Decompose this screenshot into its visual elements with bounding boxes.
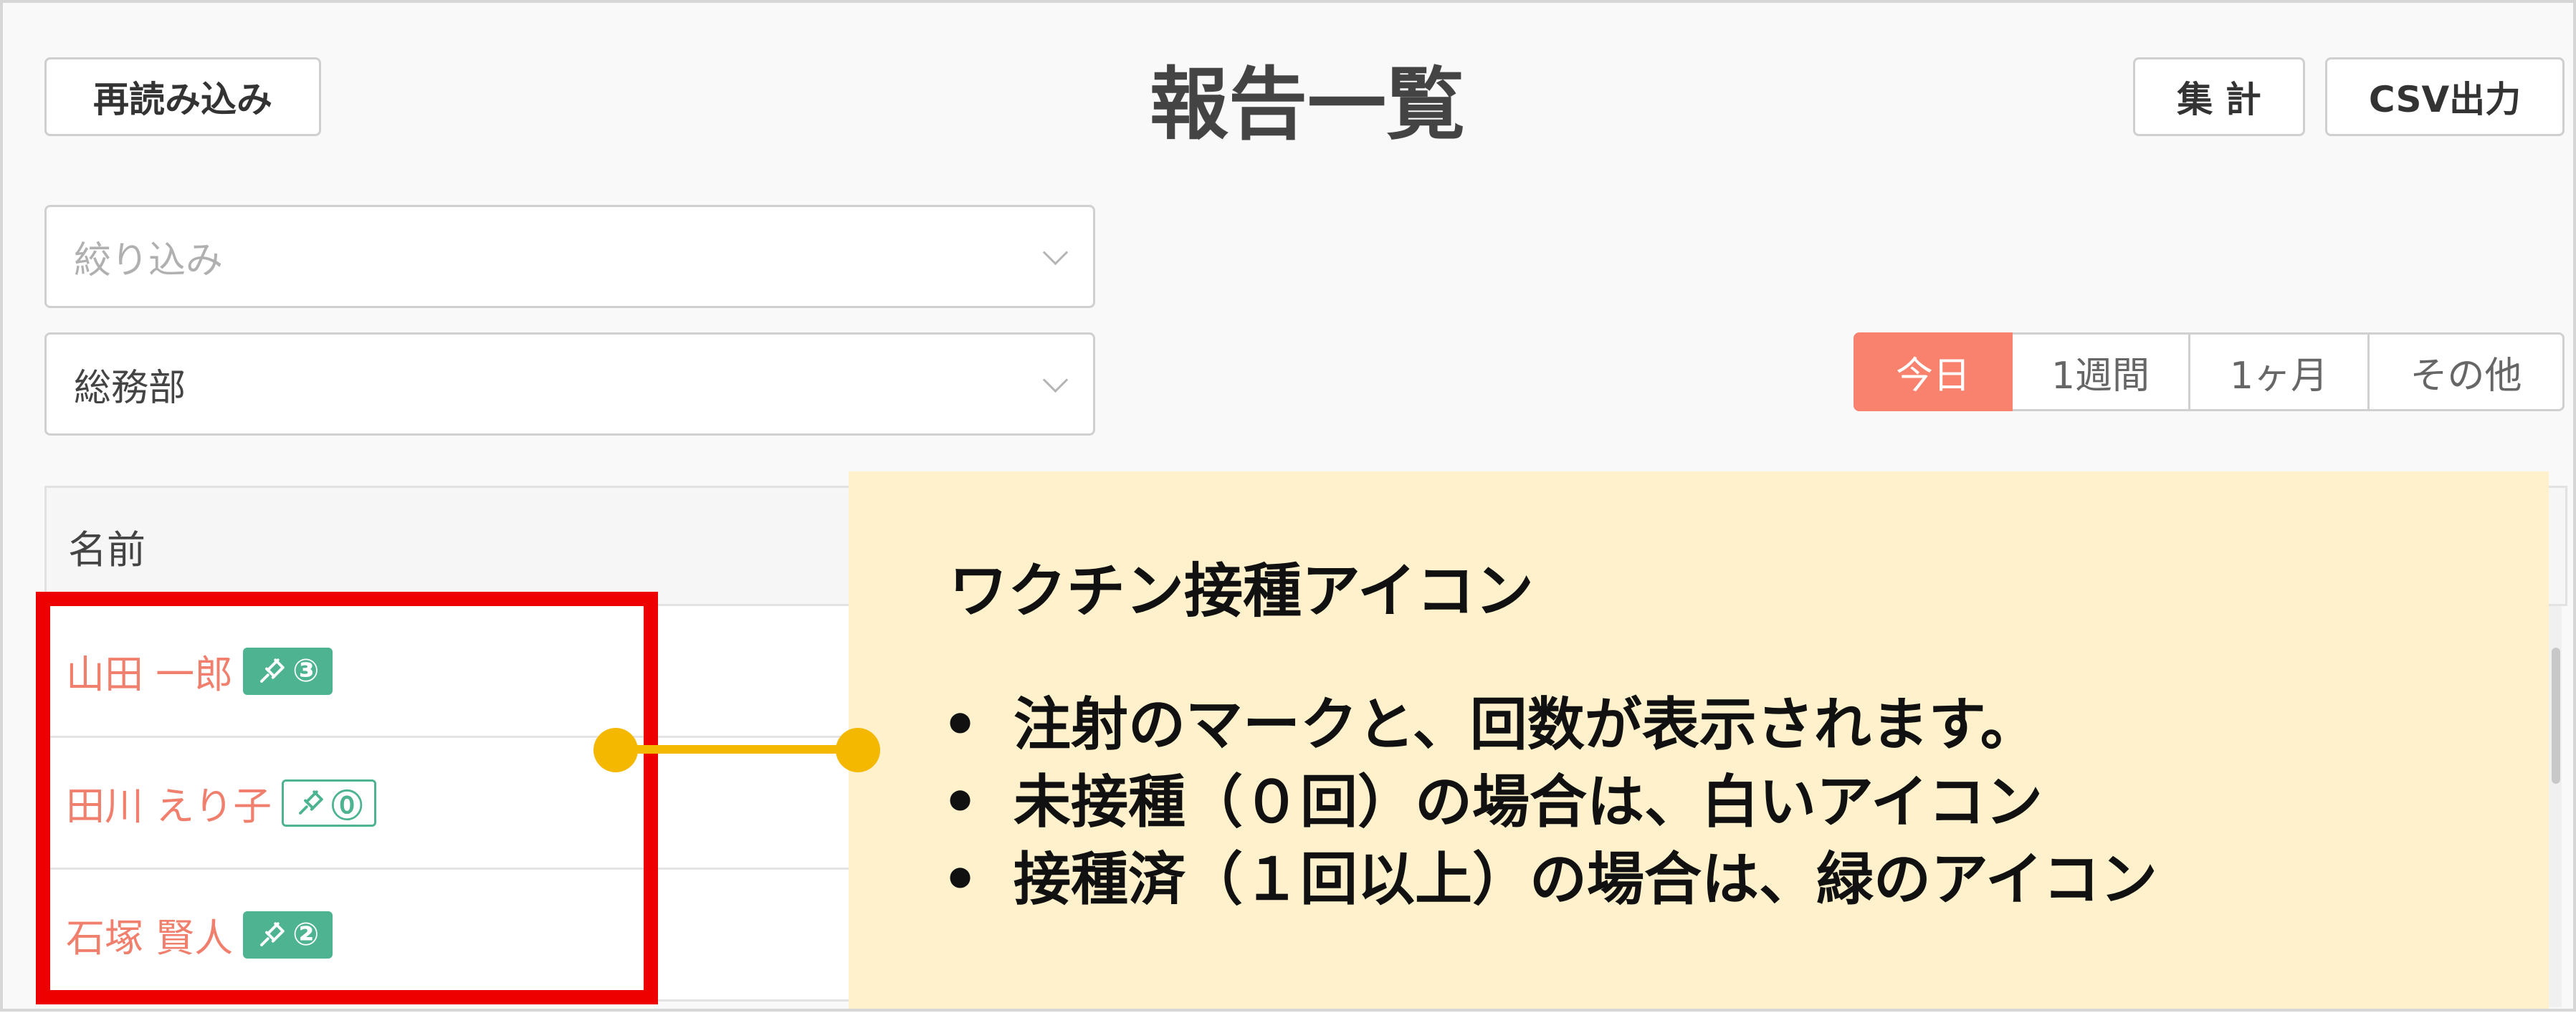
department-select[interactable]: 総務部 (44, 332, 1095, 436)
chevron-down-icon (1042, 239, 1069, 266)
department-value: 総務部 (74, 366, 186, 410)
refine-placeholder: 絞り込み (74, 239, 224, 282)
reload-button[interactable]: 再読み込み (44, 57, 321, 136)
tab-today[interactable]: 今日 (1854, 332, 2013, 411)
tab-month[interactable]: 1ヶ月 (2190, 332, 2370, 411)
tab-week[interactable]: 1週間 (2013, 332, 2190, 411)
page-title: 報告一覧 (1150, 59, 1465, 150)
callout-bullet: • 注射のマークと、回数が表示されます。 (942, 686, 2157, 764)
tab-other[interactable]: その他 (2370, 332, 2565, 411)
callout-bullet-text: 接種済（１回以上）の場合は、緑のアイコン (1013, 846, 2157, 913)
connector-dot-right (836, 728, 880, 772)
highlight-box (36, 592, 658, 1004)
connector-line (618, 745, 857, 754)
aggregate-button[interactable]: 集 計 (2133, 57, 2305, 136)
callout-bullet: • 接種済（１回以上）の場合は、緑のアイコン (942, 841, 2157, 918)
callout-bullet-text: 注射のマークと、回数が表示されます。 (1013, 691, 2038, 758)
connector-dot-left (593, 728, 638, 772)
chevron-down-icon (1042, 367, 1069, 393)
csv-export-button[interactable]: CSV出力 (2325, 57, 2565, 136)
scrollbar-thumb[interactable] (2552, 648, 2560, 784)
refine-select[interactable]: 絞り込み (44, 205, 1095, 308)
bullet-mark: • (942, 691, 979, 758)
callout-bullet: • 未接種（０回）の場合は、白いアイコン (942, 764, 2157, 841)
bullet-mark: • (942, 769, 979, 835)
callout-box: ワクチン接種アイコン • 注射のマークと、回数が表示されます。 • 未接種（０回… (849, 471, 2549, 1009)
callout-list: • 注射のマークと、回数が表示されます。 • 未接種（０回）の場合は、白いアイコ… (942, 686, 2157, 918)
column-name-header: 名前 (68, 527, 146, 572)
callout-bullet-text: 未接種（０回）の場合は、白いアイコン (1013, 769, 2043, 835)
bullet-mark: • (942, 846, 979, 913)
callout-title: ワクチン接種アイコン (949, 557, 1534, 625)
app-window: 再読み込み 報告一覧 集 計 CSV出力 絞り込み 総務部 今日 1週間 1ヶ月… (0, 0, 2576, 1012)
